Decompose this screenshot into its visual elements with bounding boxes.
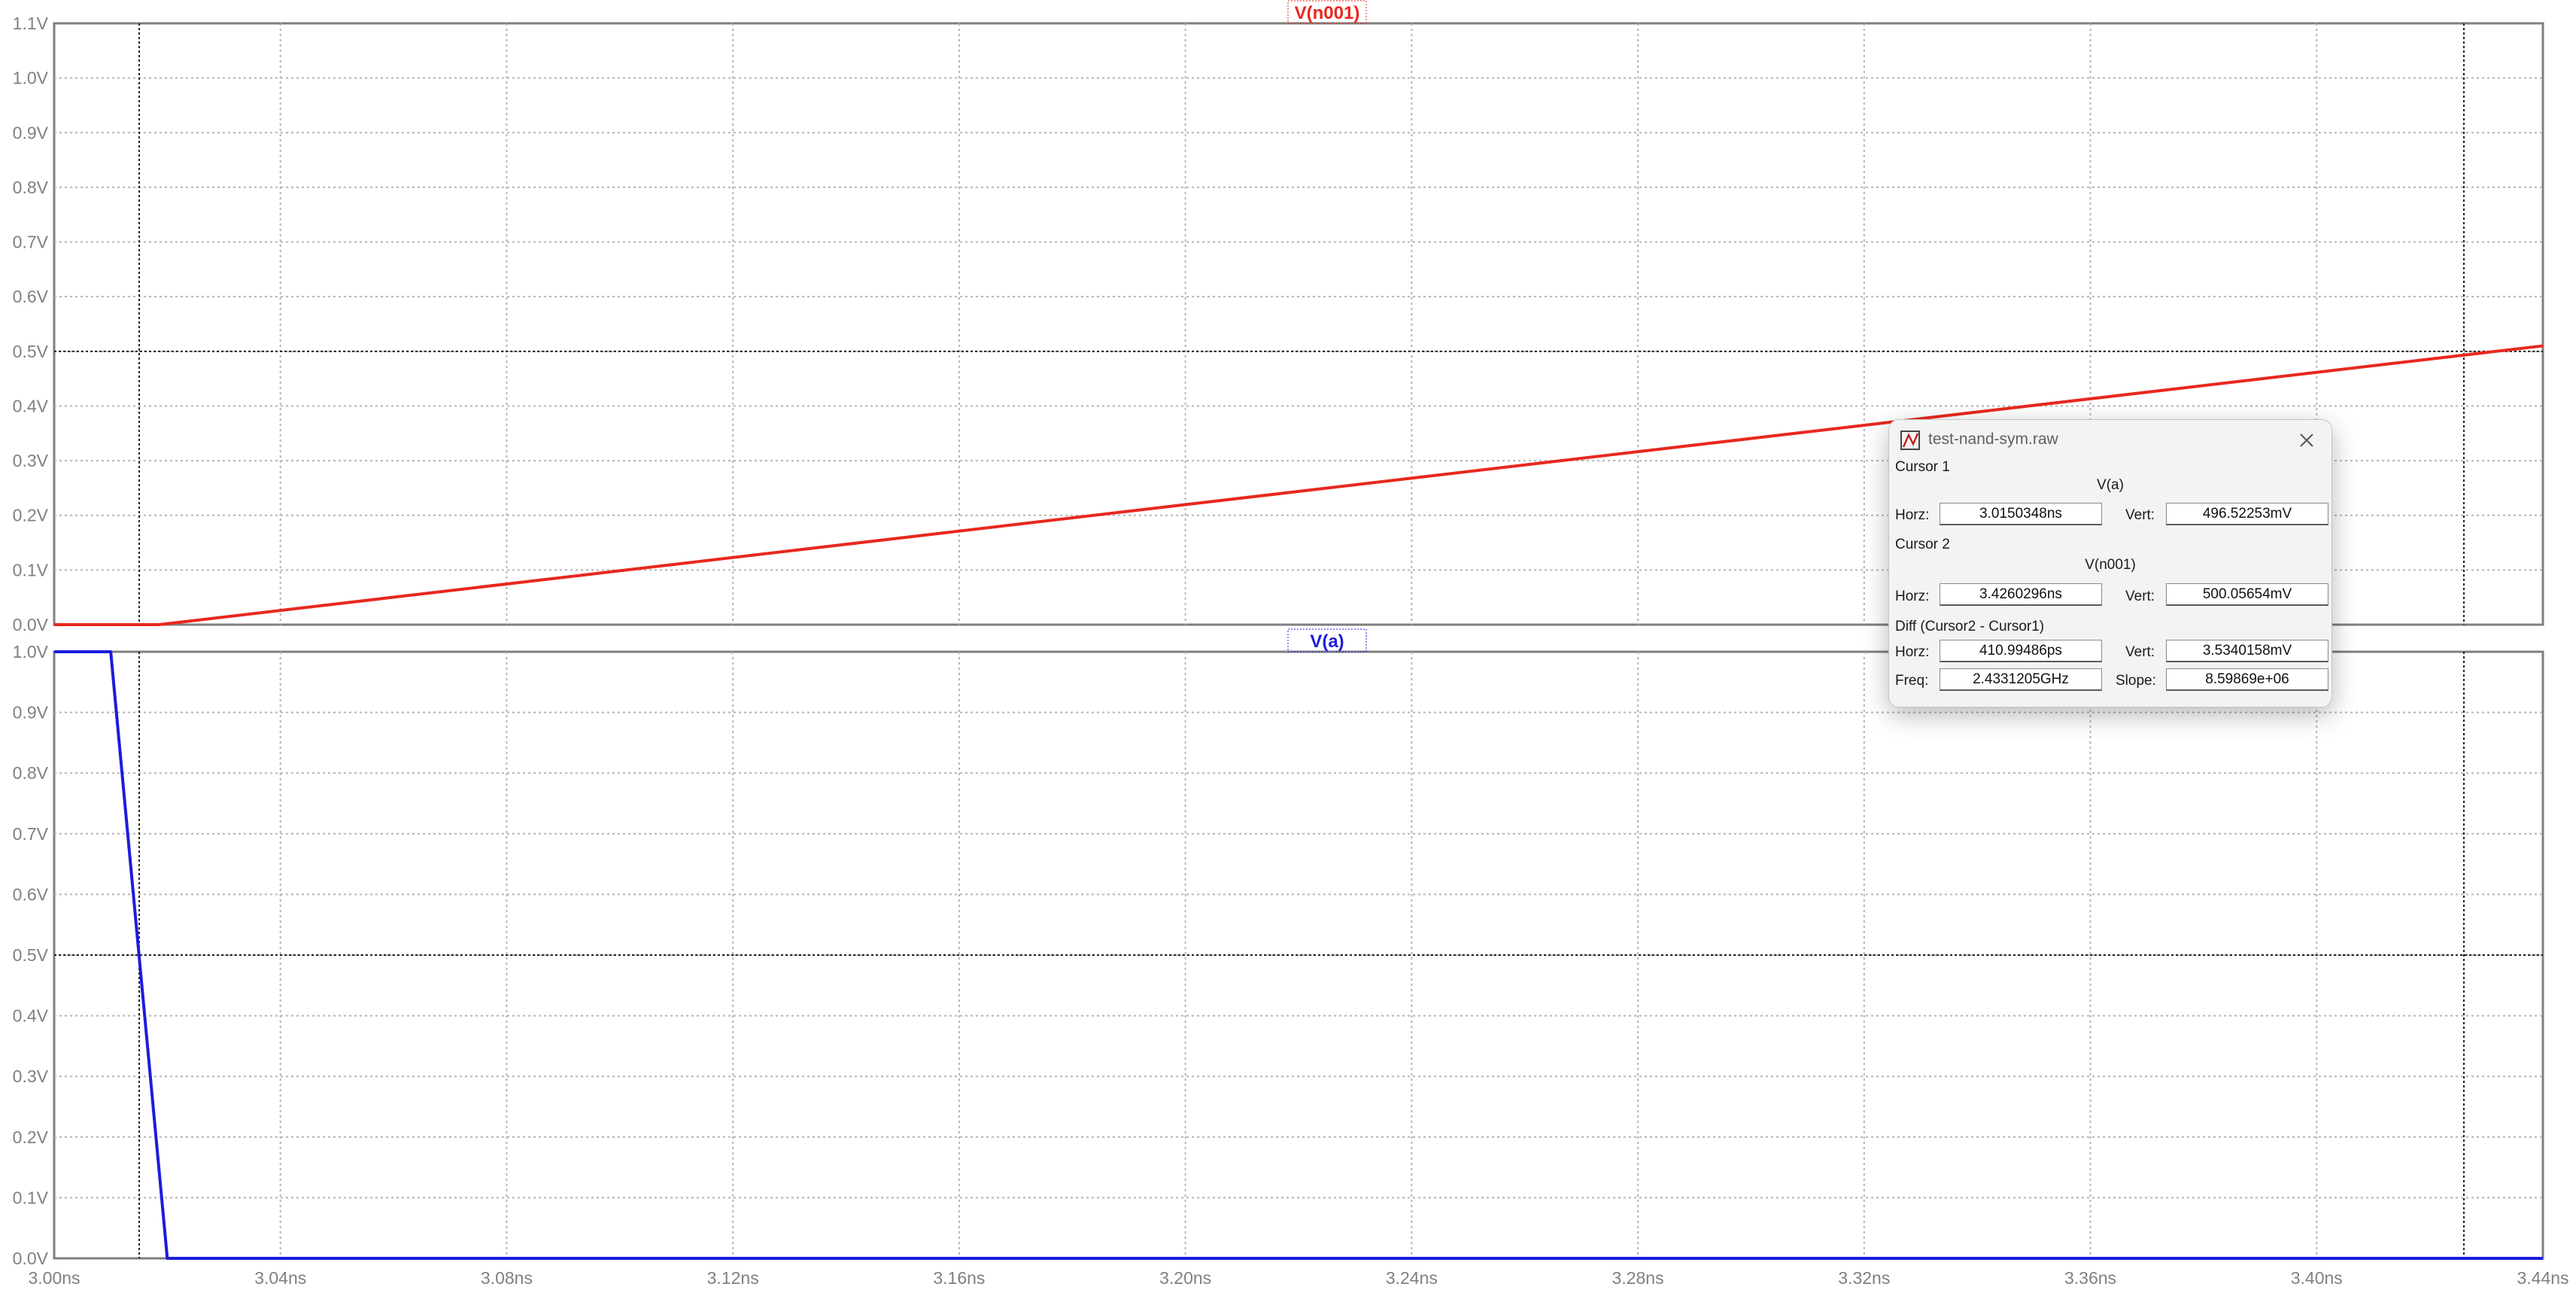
x-tick-label: 3.44ns: [2517, 1268, 2568, 1288]
diff-slope-label: Slope:: [2116, 673, 2156, 689]
x-tick-label: 3.00ns: [28, 1268, 80, 1288]
diff-horz-field[interactable]: 410.99486ps: [1940, 640, 2102, 662]
y-tick-label: 0.6V: [13, 287, 49, 306]
cursor2-heading: Cursor 2: [1895, 537, 1950, 552]
y-tick-label: 0.6V: [13, 884, 49, 904]
trace-title[interactable]: V(n001): [1295, 3, 1360, 23]
diff-freq-label: Freq:: [1895, 673, 1929, 689]
y-tick-label: 0.2V: [13, 506, 49, 525]
x-tick-label: 3.20ns: [1159, 1268, 1211, 1288]
cursor1-vert-field[interactable]: 496.52253mV: [2166, 503, 2328, 525]
x-tick-label: 3.32ns: [1838, 1268, 1890, 1288]
cursor-readout-dialog[interactable]: test-nand-sym.raw Cursor 1 V(a) Horz: 3.…: [1888, 419, 2332, 707]
x-tick-label: 3.12ns: [707, 1268, 759, 1288]
dialog-title: test-nand-sym.raw: [1928, 430, 2058, 448]
cursor2-vert-field[interactable]: 500.05654mV: [2166, 583, 2328, 606]
x-tick-label: 3.40ns: [2291, 1268, 2343, 1288]
y-tick-label: 1.0V: [13, 642, 49, 662]
cursor1-vert-label: Vert:: [2125, 507, 2155, 523]
diff-freq-field[interactable]: 2.4331205GHz: [1940, 668, 2102, 691]
diff-vert-label: Vert:: [2125, 644, 2155, 660]
diff-horz-label: Horz:: [1895, 644, 1930, 660]
cursor2-horz-label: Horz:: [1895, 589, 1930, 604]
y-tick-label: 0.9V: [13, 123, 49, 142]
diff-heading: Diff (Cursor2 - Cursor1): [1895, 619, 2045, 634]
y-tick-label: 0.1V: [13, 1188, 49, 1207]
x-tick-label: 3.24ns: [1386, 1268, 1438, 1288]
cursor1-horz-label: Horz:: [1895, 507, 1930, 523]
ltspice-waveform-icon: [1900, 430, 1920, 450]
y-tick-label: 1.0V: [13, 68, 49, 88]
y-tick-label: 0.5V: [13, 945, 49, 965]
trace-title[interactable]: V(a): [1310, 631, 1344, 652]
cursor1-heading: Cursor 1: [1895, 459, 1950, 475]
y-tick-label: 0.0V: [13, 615, 49, 634]
y-tick-label: 1.1V: [13, 14, 49, 33]
x-tick-label: 3.08ns: [481, 1268, 533, 1288]
y-tick-label: 0.4V: [13, 396, 49, 415]
cursor1-trace: V(a): [2097, 477, 2124, 493]
y-tick-label: 0.0V: [13, 1249, 49, 1268]
x-tick-label: 3.16ns: [933, 1268, 985, 1288]
y-tick-label: 0.7V: [13, 824, 49, 844]
y-tick-label: 0.1V: [13, 560, 49, 580]
cursor2-trace: V(n001): [2085, 557, 2136, 573]
diff-slope-field[interactable]: 8.59869e+06: [2166, 668, 2328, 691]
y-tick-label: 0.2V: [13, 1127, 49, 1147]
x-tick-label: 3.28ns: [1612, 1268, 1664, 1288]
x-tick-label: 3.36ns: [2064, 1268, 2116, 1288]
y-tick-label: 0.7V: [13, 233, 49, 252]
y-tick-label: 0.3V: [13, 1066, 49, 1086]
y-tick-label: 0.5V: [13, 342, 49, 361]
x-tick-label: 3.04ns: [254, 1268, 306, 1288]
cursor2-vert-label: Vert:: [2125, 589, 2155, 604]
y-tick-label: 0.4V: [13, 1006, 49, 1026]
cursor2-horz-field[interactable]: 3.4260296ns: [1940, 583, 2102, 606]
y-tick-label: 0.3V: [13, 451, 49, 470]
close-icon[interactable]: [2294, 427, 2319, 453]
diff-vert-field[interactable]: 3.5340158mV: [2166, 640, 2328, 662]
cursor1-horz-field[interactable]: 3.0150348ns: [1940, 503, 2102, 525]
y-tick-label: 0.9V: [13, 703, 49, 723]
y-tick-label: 0.8V: [13, 763, 49, 783]
y-tick-label: 0.8V: [13, 178, 49, 197]
